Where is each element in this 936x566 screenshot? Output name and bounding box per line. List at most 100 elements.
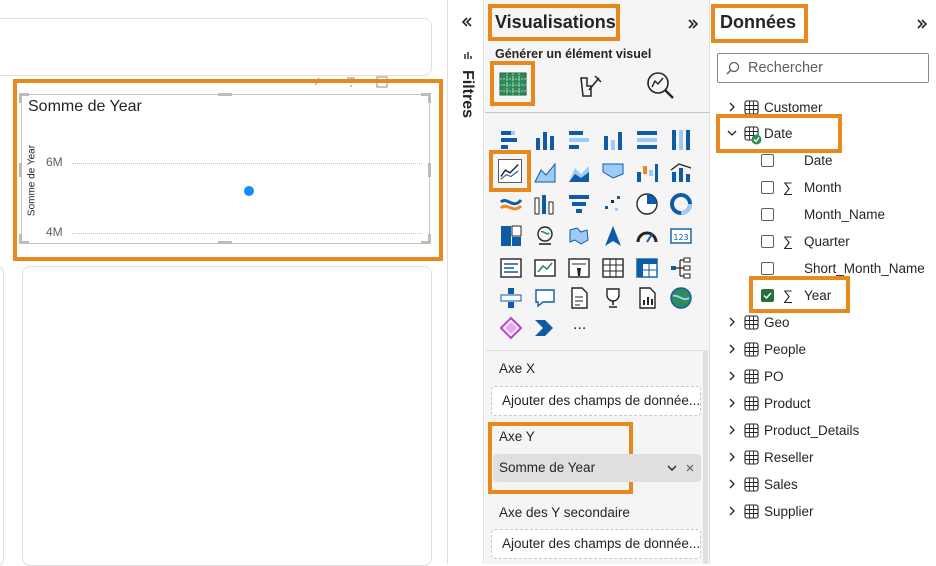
resize-handle-right[interactable] <box>428 163 431 177</box>
clustered-bar-icon[interactable] <box>567 128 591 152</box>
fields-tree: Customer Date Date ∑ Month Month_Name ∑ … <box>711 95 936 535</box>
expand-double-right-icon[interactable] <box>916 18 928 30</box>
table-reseller[interactable]: Reseller <box>711 446 936 468</box>
treemap-icon[interactable] <box>499 224 523 248</box>
ribbon-icon[interactable] <box>533 192 557 216</box>
analytics-icon[interactable] <box>645 70 675 100</box>
resize-handle-bottom[interactable] <box>218 241 232 244</box>
funnel-icon[interactable] <box>567 192 591 216</box>
resize-handle-tl-v[interactable] <box>19 93 22 103</box>
resize-handle-left[interactable] <box>19 163 22 177</box>
field-checkbox[interactable] <box>761 154 774 167</box>
search-box[interactable]: Rechercher <box>717 53 929 83</box>
filters-label[interactable]: Filtres <box>458 70 476 118</box>
more-visuals-button[interactable]: ... <box>573 316 586 334</box>
waterfall-icon[interactable] <box>635 160 659 184</box>
field-month-name[interactable]: Month_Name <box>711 203 936 225</box>
decomposition-tree-icon[interactable] <box>669 256 693 280</box>
sigma-icon: ∑ <box>783 233 793 249</box>
filled-map-icon[interactable] <box>567 224 591 248</box>
multi-row-card-icon[interactable] <box>499 256 523 280</box>
area-chart-icon[interactable] <box>533 160 557 184</box>
table-icon <box>744 396 759 411</box>
gauge-icon[interactable] <box>635 224 659 248</box>
data-point[interactable] <box>244 186 254 196</box>
resize-handle-br-v[interactable] <box>428 234 431 244</box>
field-date[interactable]: Date <box>711 149 936 171</box>
field-checkbox[interactable] <box>761 208 774 221</box>
table-supplier[interactable]: Supplier <box>711 500 936 522</box>
chevron-right-icon <box>729 102 735 112</box>
chevron-right-icon <box>729 344 735 354</box>
table-geo[interactable]: Geo <box>711 311 936 333</box>
paginated-report-icon[interactable] <box>635 286 659 310</box>
chevron-down-icon[interactable] <box>667 464 677 472</box>
table-people[interactable]: People <box>711 338 936 360</box>
left-visual-card[interactable] <box>0 266 4 566</box>
collapse-double-left-icon[interactable] <box>461 16 473 28</box>
bottom-visual-card[interactable] <box>22 266 432 566</box>
resize-handle-tr-v[interactable] <box>428 93 431 103</box>
table-date[interactable]: Date <box>711 122 936 145</box>
gridline-4m <box>72 233 422 234</box>
check-icon <box>763 292 772 300</box>
data-pane: Données Rechercher Customer Date Date ∑ <box>711 0 936 564</box>
resize-handle-top[interactable] <box>218 93 232 96</box>
qa-icon[interactable] <box>533 286 557 310</box>
stacked-column-icon[interactable] <box>533 128 557 152</box>
slicer-icon[interactable] <box>567 256 591 280</box>
field-quarter[interactable]: ∑ Quarter <box>711 230 936 252</box>
scrollbar[interactable] <box>703 350 708 564</box>
azure-map-icon[interactable] <box>601 224 625 248</box>
arcgis-map-icon[interactable] <box>669 286 693 310</box>
remove-field-icon[interactable] <box>686 464 694 472</box>
field-checkbox-checked[interactable] <box>761 289 774 302</box>
table-sales[interactable]: Sales <box>711 473 936 495</box>
y-axis-field-name: Somme de Year <box>499 460 596 475</box>
expand-double-right-icon[interactable] <box>687 18 699 30</box>
map-icon[interactable] <box>533 224 557 248</box>
stacked-bar-icon[interactable] <box>499 128 523 152</box>
smart-narrative-icon[interactable] <box>567 286 591 310</box>
table-product[interactable]: Product <box>711 392 936 414</box>
table-product-details[interactable]: Product_Details <box>711 419 936 441</box>
table-icon <box>744 477 759 492</box>
secondary-y-axis-drop-zone[interactable]: Ajouter des champs de donnée... <box>491 529 701 559</box>
100-bar-icon[interactable] <box>635 128 659 152</box>
power-apps-icon[interactable] <box>499 316 523 340</box>
clustered-column-icon[interactable] <box>601 128 625 152</box>
field-name: Month_Name <box>804 207 886 222</box>
format-visual-icon[interactable] <box>575 72 603 100</box>
donut-icon[interactable] <box>669 192 693 216</box>
ribbon-chart-icon[interactable] <box>601 160 625 184</box>
card-icon[interactable]: 123 <box>669 224 693 248</box>
table-icon <box>744 342 759 357</box>
line-chart-visual[interactable]: Somme de Year Somme de Year 6M 4M <box>21 94 430 244</box>
line-chart-icon[interactable] <box>498 159 522 183</box>
data-title: Données <box>720 12 797 32</box>
goals-icon[interactable] <box>601 286 625 310</box>
x-axis-drop-zone[interactable]: Ajouter des champs de donnée... <box>491 386 701 416</box>
matrix-icon[interactable] <box>635 256 659 280</box>
field-checkbox[interactable] <box>761 235 774 248</box>
table-po[interactable]: PO <box>711 365 936 387</box>
build-visual-tab[interactable] <box>499 70 527 98</box>
line-clustered-column-icon[interactable] <box>669 160 693 184</box>
field-checkbox[interactable] <box>761 181 774 194</box>
key-influencers-icon[interactable] <box>499 286 523 310</box>
stacked-area-icon[interactable] <box>567 160 591 184</box>
table-icon[interactable] <box>601 256 625 280</box>
field-month[interactable]: ∑ Month <box>711 176 936 198</box>
top-visual-card[interactable] <box>0 18 432 76</box>
line-stacked-column-icon[interactable] <box>499 192 523 216</box>
resize-handle-bl-v[interactable] <box>19 234 22 244</box>
field-checkbox[interactable] <box>761 262 774 275</box>
table-name: Customer <box>764 100 823 115</box>
power-automate-icon[interactable] <box>533 316 557 340</box>
scatter-icon[interactable] <box>601 192 625 216</box>
field-year[interactable]: ∑ Year <box>711 284 936 306</box>
100-column-icon[interactable] <box>669 128 693 152</box>
pie-icon[interactable] <box>635 192 659 216</box>
kpi-icon[interactable] <box>533 256 557 280</box>
y-axis-field-pill[interactable]: Somme de Year <box>493 454 701 482</box>
